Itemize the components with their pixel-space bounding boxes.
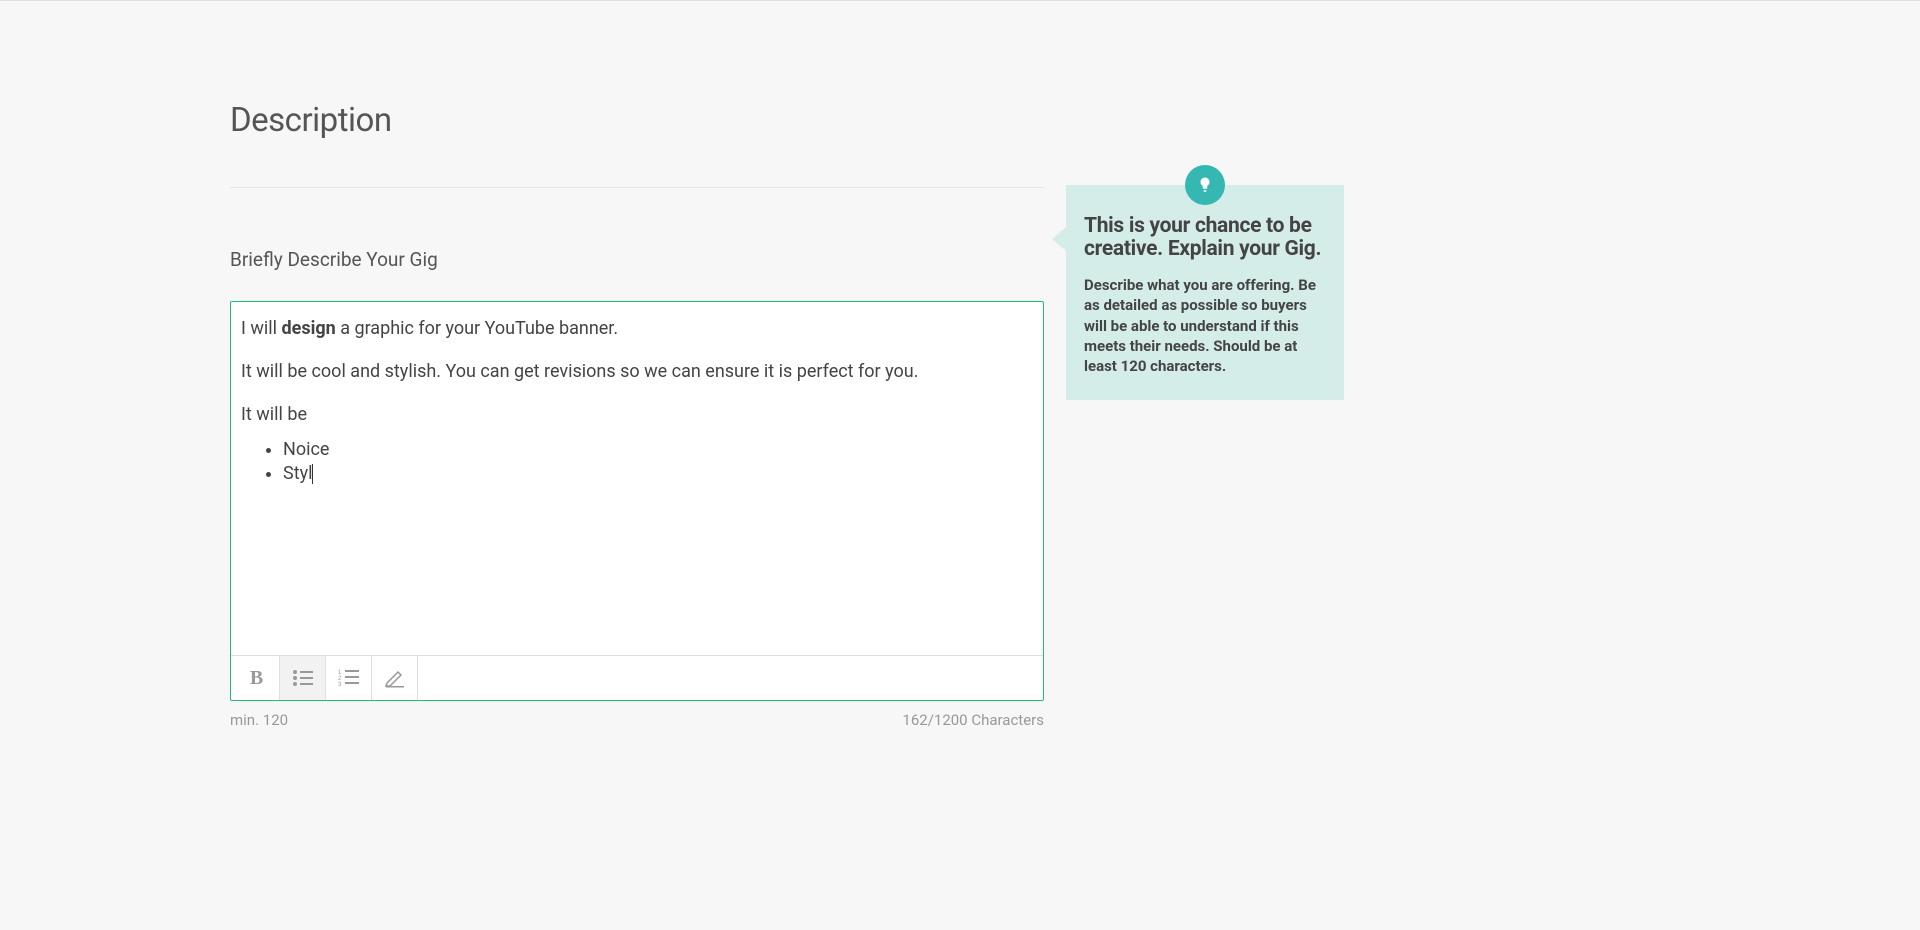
bold-icon: B	[250, 667, 263, 690]
editor-paragraph: It will be	[241, 402, 1033, 427]
bullet-list-icon	[292, 669, 314, 687]
tip-panel: This is your chance to be creative. Expl…	[1066, 185, 1344, 400]
section-heading: Description	[230, 101, 1044, 188]
lightbulb-icon	[1196, 174, 1214, 196]
numbered-list-icon: 1 2 3	[338, 669, 360, 687]
text-run: I will	[241, 318, 281, 339]
description-editor: I will design a graphic for your YouTube…	[230, 301, 1044, 701]
numbered-list-button[interactable]: 1 2 3	[326, 656, 372, 700]
tip-title: This is your chance to be creative. Expl…	[1084, 215, 1326, 261]
description-section: Description Briefly Describe Your Gig I …	[230, 101, 1044, 729]
editor-helper-row: min. 120 162/1200 Characters	[230, 711, 1044, 729]
text-cursor	[312, 464, 313, 484]
bold-button[interactable]: B	[234, 656, 280, 700]
editor-toolbar: B 1 2	[231, 655, 1043, 700]
editor-bullet-list: Noice Styl	[241, 438, 1033, 487]
tip-badge	[1185, 165, 1225, 205]
svg-text:3: 3	[338, 682, 342, 687]
bold-text: design	[281, 318, 335, 339]
bullet-list-button[interactable]	[280, 656, 326, 700]
min-chars-label: min. 120	[230, 711, 288, 729]
char-counter: 162/1200 Characters	[902, 711, 1044, 729]
editor-paragraph: It will be cool and stylish. You can get…	[241, 359, 1033, 384]
text-run: a graphic for your YouTube banner.	[336, 318, 618, 339]
field-label: Briefly Describe Your Gig	[230, 248, 1044, 271]
highlight-icon	[384, 668, 406, 688]
editor-paragraph: I will design a graphic for your YouTube…	[241, 316, 1033, 341]
list-item: Noice	[283, 438, 1033, 462]
highlight-button[interactable]	[372, 656, 418, 700]
editor-textarea[interactable]: I will design a graphic for your YouTube…	[231, 302, 1043, 655]
tip-body: Describe what you are offering. Be as de…	[1084, 275, 1326, 376]
list-item: Styl	[283, 462, 1033, 486]
